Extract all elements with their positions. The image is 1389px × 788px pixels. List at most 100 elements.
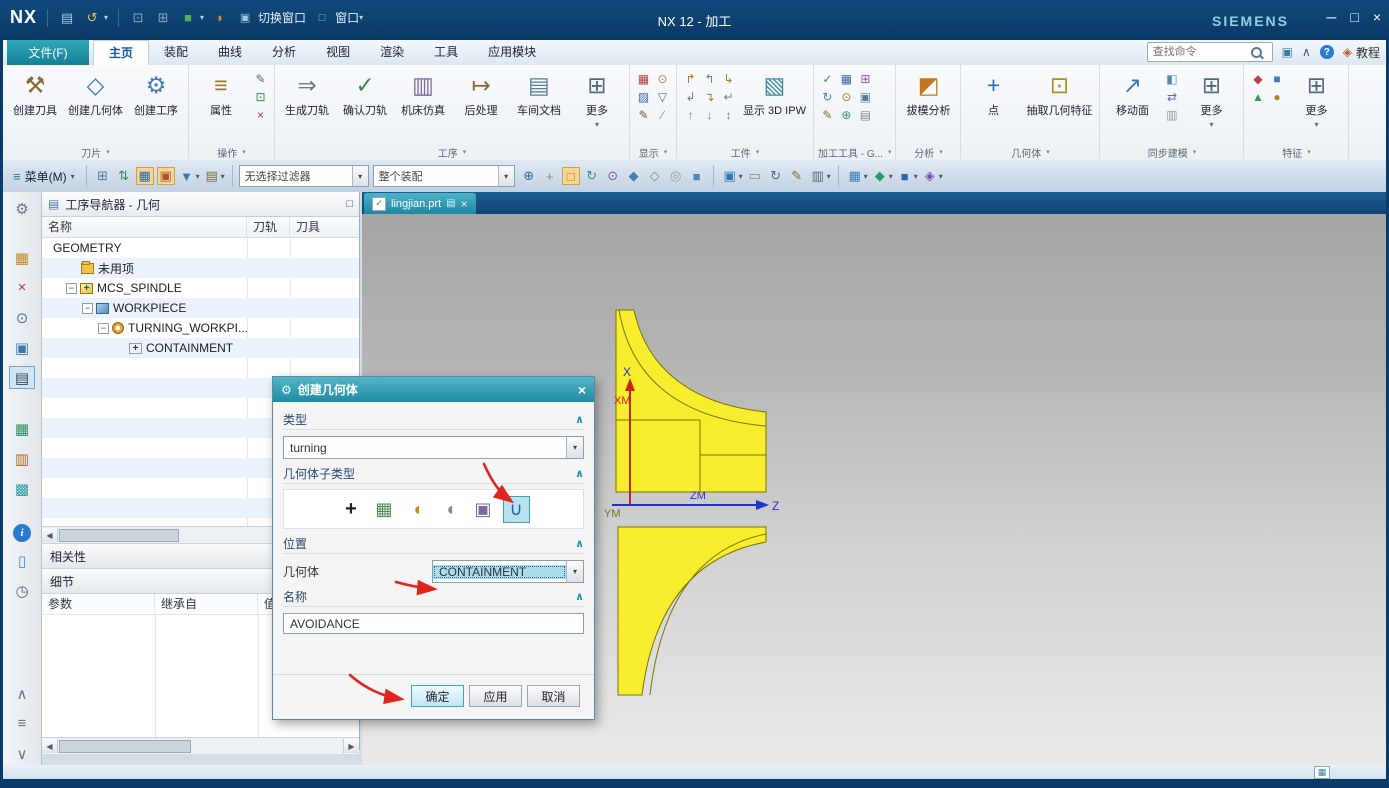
draft-analysis-button[interactable]: ◩ 拔模分析 [900, 68, 956, 120]
tab-6[interactable]: 渲染 [365, 40, 419, 65]
snap-toggle-icon[interactable]: ▣ [156, 166, 176, 186]
selection-filter-caret-icon[interactable]: ▾ [351, 166, 368, 186]
show-wcs-icon[interactable]: ⊙ [653, 70, 672, 88]
feature-icon-4[interactable]: ● [1267, 88, 1286, 106]
snap-point-icon[interactable]: ◎ [666, 166, 686, 186]
scroll-right-icon[interactable]: ▶ [343, 739, 359, 753]
flat-view-icon[interactable]: ▭ [745, 166, 765, 186]
undock-panel-icon[interactable]: □ [346, 198, 353, 210]
machine-simulation-button[interactable]: ▥ 机床仿真 [395, 68, 451, 120]
display-line-icon[interactable]: ∕ [653, 106, 672, 124]
effects-menu-icon[interactable]: ◈ ▾ [920, 166, 944, 186]
tutorial-button[interactable]: ◈ 教程 [1343, 44, 1380, 61]
tab-3[interactable]: 曲线 [203, 40, 257, 65]
type-dropdown-caret-icon[interactable]: ▾ [566, 437, 583, 458]
help-icon[interactable]: ? [1319, 45, 1334, 59]
scrollbar-thumb[interactable] [59, 529, 179, 542]
sync-face-icon-3[interactable]: ▥ [1162, 106, 1181, 124]
sync-face-icon-2[interactable]: ⇄ [1162, 88, 1181, 106]
assembly-navigator-icon[interactable]: ▦ [9, 246, 35, 269]
menu-button[interactable]: ≡ 菜单(M) ▾ [8, 166, 80, 187]
machine-tool-navigator-icon[interactable]: ▦ [9, 417, 35, 440]
copy-operation-icon[interactable]: ⊡ [251, 88, 270, 106]
column-tool[interactable]: 刀具 [290, 217, 359, 237]
group-dialog-caret-icon[interactable]: ▾ [756, 148, 760, 156]
mw-target-icon[interactable]: ⊙ [837, 88, 856, 106]
ipw-path-icon-8[interactable]: ↓ [700, 106, 719, 124]
template-library-icon[interactable]: ▩ [9, 477, 35, 500]
refresh-view-icon[interactable]: ↻ [766, 166, 786, 186]
panel-collapse-down-icon[interactable]: ∨ [9, 742, 35, 765]
extract-geometry-button[interactable]: ⊡ 抽取几何特征 [1023, 68, 1095, 120]
selection-filter-dropdown[interactable]: 无选择过滤器 ▾ [238, 165, 369, 187]
details-column-inherited[interactable]: 继承自 [155, 594, 258, 614]
file-tab[interactable]: 文件(F) [7, 40, 89, 65]
sweep-icon[interactable]: ◗ [211, 9, 229, 27]
selection-scope-caret-icon[interactable]: ▾ [497, 166, 514, 186]
view-cube-icon[interactable]: ■ [687, 166, 707, 186]
layers-menu-icon[interactable]: ◆ ▾ [870, 166, 894, 186]
turn-part-subtype-icon[interactable]: ◖ [437, 496, 464, 523]
more-sync-button[interactable]: ⊞ 更多 ▾ [1183, 68, 1239, 131]
part-navigator-icon[interactable]: ⊙ [9, 306, 35, 329]
ipw-path-icon-1[interactable]: ↱ [681, 70, 700, 88]
pan-icon[interactable]: + [540, 166, 560, 186]
collapse-chevron-icon[interactable]: ∧ [575, 537, 584, 550]
mw-doc-icon[interactable]: ▤ [856, 106, 875, 124]
scroll-left-icon[interactable]: ◀ [42, 739, 58, 753]
tab-2[interactable]: 装配 [149, 40, 203, 65]
zoom-icon[interactable]: ⊙ [603, 166, 623, 186]
group-dialog-caret-icon[interactable]: ▾ [1307, 148, 1311, 156]
wcs-menu-icon[interactable]: ▼ ▾ [177, 166, 201, 186]
ipw-path-icon-9[interactable]: ↕ [719, 106, 738, 124]
wireframe-view-icon[interactable]: ◇ [645, 166, 665, 186]
create-geometry-button[interactable]: ◇ 创建几何体 [65, 68, 126, 120]
tab-5[interactable]: 视图 [311, 40, 365, 65]
mw-refresh-icon[interactable]: ↻ [818, 88, 837, 106]
rotate-view-icon[interactable]: ↻ [582, 166, 602, 186]
edit-operation-icon[interactable]: ✎ [251, 70, 270, 88]
ipw-path-icon-2[interactable]: ↰ [700, 70, 719, 88]
shop-doc-button[interactable]: ▤ 车间文档 [511, 68, 567, 120]
details-hscrollbar[interactable]: ◀ ▶ [42, 737, 359, 754]
paste-icon[interactable]: ⊞ [154, 9, 172, 27]
panel-collapse-up-icon[interactable]: ∧ [9, 682, 35, 705]
scroll-left-icon[interactable]: ◀ [42, 528, 58, 542]
tree-row[interactable]: − WORKPIECE [42, 298, 359, 318]
tree-row[interactable]: + CONTAINMENT [42, 338, 359, 358]
more-operation-button[interactable]: ⊞ 更多 ▾ [569, 68, 625, 131]
group-dialog-caret-icon[interactable]: ▾ [1046, 148, 1050, 156]
column-name[interactable]: 名称 [42, 217, 247, 237]
internet-doc-icon[interactable]: ▯ [9, 549, 35, 572]
display-pen-icon[interactable]: ✎ [634, 106, 653, 124]
tab-8[interactable]: 应用模块 [473, 40, 551, 65]
solid-menu-icon[interactable]: ■ ▾ [895, 166, 919, 186]
cancel-button[interactable]: 取消 [527, 685, 580, 707]
tab-4[interactable]: 分析 [257, 40, 311, 65]
tree-row[interactable]: − TURNING_WORKPI... [42, 318, 359, 338]
panel-pin-icon[interactable]: ≡ [9, 712, 35, 735]
shaded-view-icon[interactable]: ◆ [624, 166, 644, 186]
table-menu-icon[interactable]: ▦ ▾ [845, 166, 869, 186]
group-dialog-caret-icon[interactable]: ▾ [463, 148, 467, 156]
ipw-path-icon-5[interactable]: ↴ [700, 88, 719, 106]
tree-row[interactable]: GEOMETRY [42, 238, 359, 258]
mw-add-icon[interactable]: ⊕ [837, 106, 856, 124]
part-display-icon[interactable]: ■ [179, 9, 197, 27]
command-search-input[interactable] [1150, 45, 1251, 59]
mw-check-icon[interactable]: ✓ [818, 70, 837, 88]
collapse-chevron-icon[interactable]: ∧ [575, 590, 584, 603]
show-grid-icon[interactable]: ▦ [634, 70, 653, 88]
properties-button[interactable]: ≡ 属性 [193, 68, 249, 120]
mw-plus-icon[interactable]: ⊞ [856, 70, 875, 88]
name-section-header[interactable]: 名称 ∧ [283, 586, 584, 607]
tab-1[interactable]: 主页 [93, 40, 150, 66]
group-dialog-caret-icon[interactable]: ▾ [939, 148, 943, 156]
search-icon[interactable] [1250, 46, 1262, 58]
collapse-chevron-icon[interactable]: ∧ [575, 413, 584, 426]
tab-7[interactable]: 工具 [419, 40, 473, 65]
create-operation-button[interactable]: ⚙ 创建工序 [128, 68, 184, 120]
part-tab[interactable]: ✓ lingjian.prt ▤ × [364, 193, 476, 214]
roles-gear-icon[interactable]: ⚙ [9, 197, 35, 220]
group-dialog-caret-icon[interactable]: ▾ [664, 148, 668, 156]
